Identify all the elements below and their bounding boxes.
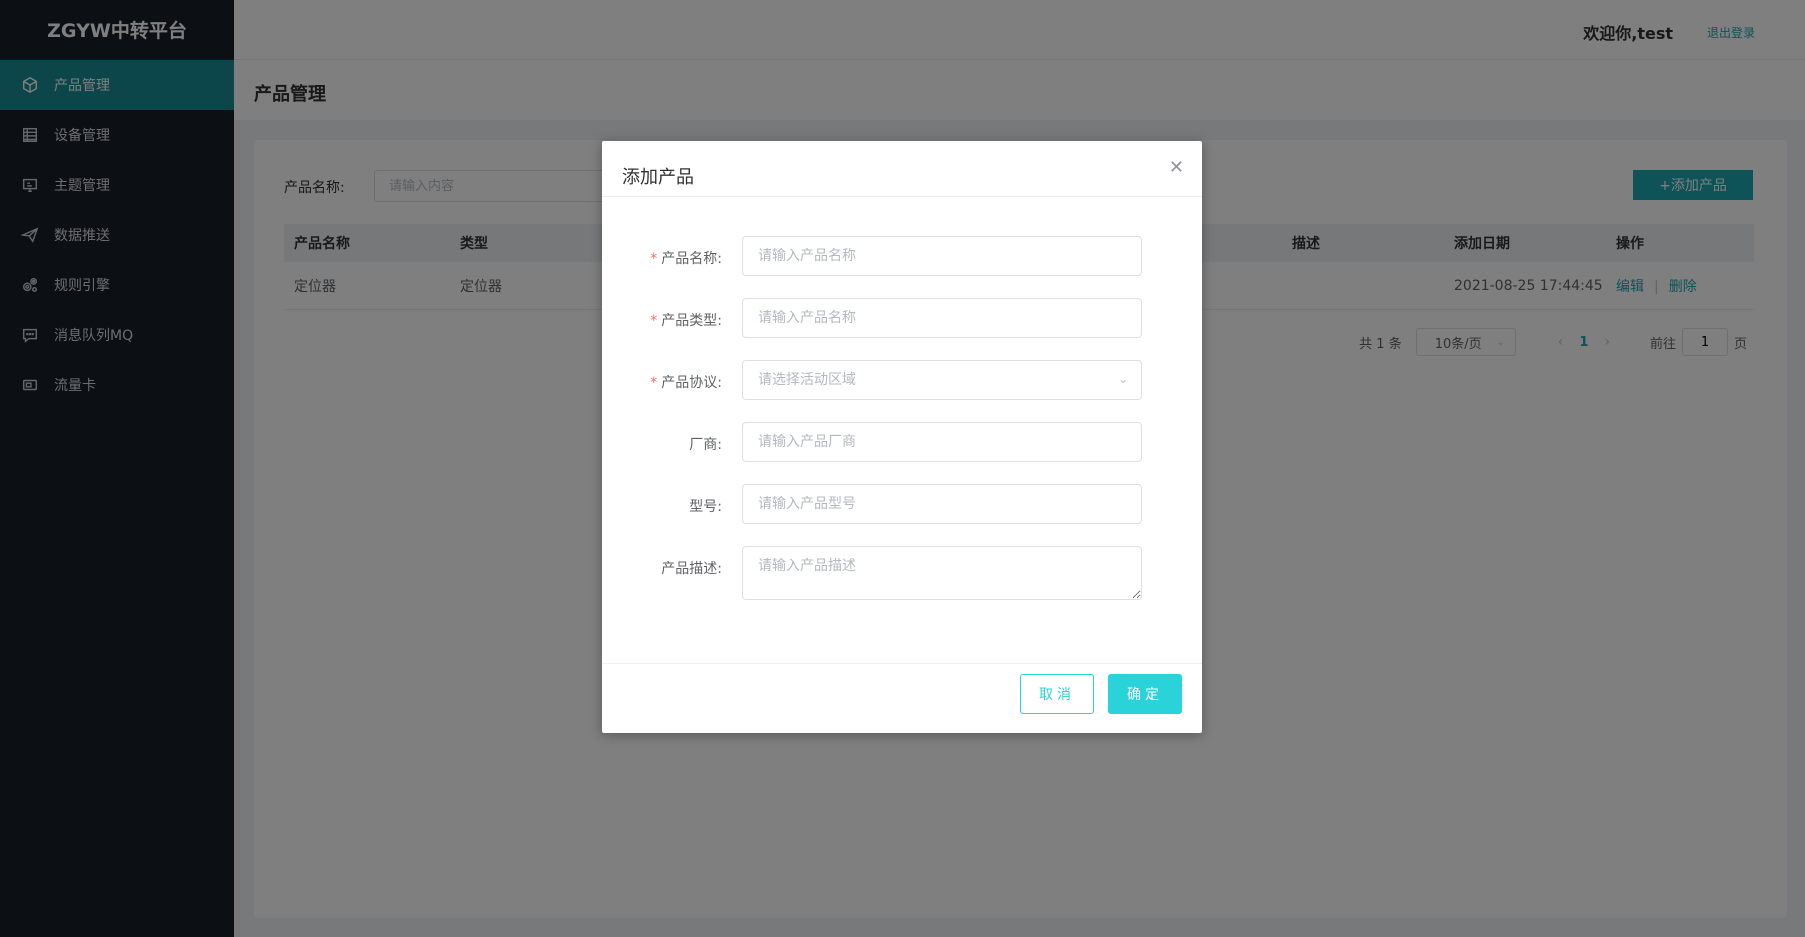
field-label-vendor: 厂商: [689,437,722,453]
field-label-desc: 产品描述: [661,561,722,577]
close-icon[interactable]: ✕ [1169,159,1184,177]
product-model-input[interactable] [742,484,1142,524]
chevron-down-icon: ⌄ [1118,372,1129,386]
required-mark: * [650,251,658,267]
required-mark: * [650,375,658,391]
form-row-desc: 产品描述: [602,546,1202,600]
field-label-model: 型号: [689,499,722,515]
field-label-text: 产品名称: [661,251,722,267]
product-vendor-input[interactable] [742,422,1142,462]
form-row-vendor: 厂商: [602,422,1202,462]
form-row-type: * 产品类型: [602,298,1202,338]
dialog-header: 添加产品 ✕ [602,141,1202,197]
product-name-input[interactable] [742,236,1142,276]
dialog-footer: 取消 确定 [602,663,1202,733]
cancel-button[interactable]: 取消 [1020,674,1094,714]
product-protocol-select[interactable] [742,360,1142,400]
dialog-title: 添加产品 [622,167,694,188]
form-row-model: 型号: [602,484,1202,524]
field-label-type: * 产品类型: [650,310,722,330]
confirm-button[interactable]: 确定 [1108,674,1182,714]
field-label-name: * 产品名称: [650,248,722,268]
form-row-protocol: *产品协议: ⌄ [602,360,1202,400]
field-label-text: 产品类型: [661,313,722,329]
form-row-name: * 产品名称: [602,236,1202,276]
field-label-protocol: * 产品协议: [650,372,722,392]
field-label-text: 产品协议: [661,375,722,391]
product-desc-textarea[interactable] [742,546,1142,600]
product-type-input[interactable] [742,298,1142,338]
required-mark: * [650,313,658,329]
add-product-dialog: 添加产品 ✕ *产品名称: *产品类型: *产品协议: ⌄ 厂商: 型号: 产品… [602,141,1202,733]
